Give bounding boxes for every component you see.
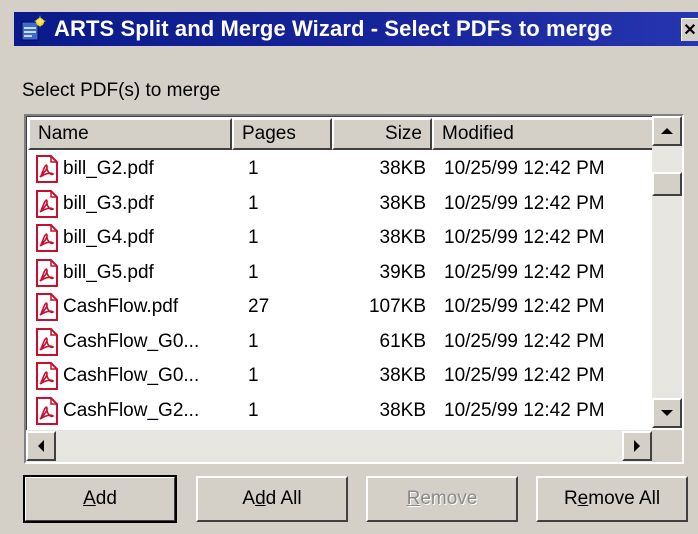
file-name-cell: bill_G4.pdf xyxy=(28,224,232,253)
arrow-left-icon xyxy=(38,440,44,452)
file-name: CashFlow_G0... xyxy=(63,330,200,352)
file-name-cell: bill_G3.pdf xyxy=(28,189,232,218)
pdf-file-icon xyxy=(34,327,60,356)
file-name: bill_G4.pdf xyxy=(63,227,154,249)
file-pages: 1 xyxy=(248,399,259,421)
remove-all-label-accel: e xyxy=(577,488,589,509)
table-row[interactable]: CashFlow_G0... 1 61KB 10/25/99 12:42 PM xyxy=(28,325,660,360)
remove-all-label-post: move All xyxy=(588,488,661,509)
wizard-app-icon xyxy=(18,14,48,44)
file-name-cell: bill_G2.pdf xyxy=(28,155,232,184)
file-rows: bill_G2.pdf 1 38KB 10/25/99 12:42 PM bill_G3… xyxy=(28,152,660,428)
arrow-right-icon xyxy=(634,440,640,452)
file-pages: 1 xyxy=(248,158,259,180)
arrow-up-icon xyxy=(661,128,673,134)
file-name-cell: CashFlow.pdf xyxy=(28,293,232,322)
pdf-file-icon xyxy=(34,155,60,184)
arrow-down-icon xyxy=(661,410,673,416)
file-size: 38KB xyxy=(379,365,426,387)
pdf-file-icon xyxy=(34,396,60,425)
close-icon: ✕ xyxy=(683,22,697,39)
vertical-scrollbar[interactable] xyxy=(652,116,682,428)
file-name-cell: bill_G5.pdf xyxy=(28,258,232,287)
table-row[interactable]: bill_G4.pdf 1 38KB 10/25/99 12:42 PM xyxy=(28,221,660,256)
add-label-accel: A xyxy=(83,488,96,509)
remove-all-label-pre: R xyxy=(563,488,578,509)
column-header-pages[interactable]: Pages xyxy=(232,118,332,150)
file-pages: 1 xyxy=(248,192,259,214)
column-header-modified[interactable]: Modified xyxy=(432,118,660,150)
file-pages: 1 xyxy=(248,261,259,283)
column-header-size[interactable]: Size xyxy=(332,118,432,150)
file-modified: 10/25/99 12:42 PM xyxy=(444,261,605,283)
pdf-file-icon xyxy=(34,293,60,322)
add-button[interactable]: Add xyxy=(23,475,177,523)
table-row[interactable]: CashFlow_G2... 1 38KB 10/25/99 12:42 PM xyxy=(28,394,660,429)
pdf-file-list[interactable]: Name Pages Size Modified bill_G2.pdf 1 38K… xyxy=(24,114,684,464)
file-name-cell: CashFlow_G2... xyxy=(28,396,232,425)
remove-all-button[interactable]: Re move All xyxy=(536,476,688,522)
remove-label-accel: R xyxy=(406,488,421,509)
file-pages: 1 xyxy=(248,330,259,352)
file-size: 38KB xyxy=(379,158,426,180)
file-size: 38KB xyxy=(379,399,426,421)
scroll-right-button[interactable] xyxy=(622,431,652,461)
pdf-file-icon xyxy=(34,258,60,287)
file-size: 39KB xyxy=(379,261,426,283)
file-size: 38KB xyxy=(379,192,426,214)
title-bar: ARTS Split and Merge Wizard - Select PDF… xyxy=(14,12,698,46)
file-pages: 27 xyxy=(248,296,270,318)
window-title: ARTS Split and Merge Wizard - Select PDF… xyxy=(54,16,613,41)
select-pdfs-label: Select PDF(s) to merge xyxy=(22,80,221,101)
file-modified: 10/25/99 12:42 PM xyxy=(444,365,605,387)
file-name: CashFlow_G2... xyxy=(63,399,200,421)
file-name: CashFlow.pdf xyxy=(63,296,179,318)
add-all-label-accel: d xyxy=(255,488,266,509)
add-all-button[interactable]: Add All xyxy=(196,476,348,522)
file-name: bill_G5.pdf xyxy=(63,261,154,283)
file-modified: 10/25/99 12:42 PM xyxy=(444,227,605,249)
file-pages: 1 xyxy=(248,365,259,387)
file-modified: 10/25/99 12:42 PM xyxy=(444,192,605,214)
table-row[interactable]: bill_G5.pdf 1 39KB 10/25/99 12:42 PM xyxy=(28,256,660,291)
scrollbar-corner xyxy=(652,430,682,462)
file-size: 38KB xyxy=(379,227,426,249)
file-size: 107KB xyxy=(368,296,426,318)
pdf-file-icon xyxy=(34,189,60,218)
file-name-cell: CashFlow_G0... xyxy=(28,362,232,391)
file-name: CashFlow_G0... xyxy=(63,365,200,387)
pdf-file-icon xyxy=(34,362,60,391)
list-header: Name Pages Size Modified xyxy=(28,118,660,150)
scroll-up-button[interactable] xyxy=(652,116,682,146)
close-window-button[interactable]: ✕ xyxy=(681,18,698,41)
vertical-scroll-thumb[interactable] xyxy=(652,172,682,196)
add-all-label-post: d All xyxy=(265,488,302,509)
add-label-post: dd xyxy=(95,488,117,509)
file-name: bill_G2.pdf xyxy=(63,158,154,180)
pdf-file-icon xyxy=(34,224,60,253)
file-name-cell: CashFlow_G0... xyxy=(28,327,232,356)
scroll-left-button[interactable] xyxy=(26,431,56,461)
table-row[interactable]: bill_G2.pdf 1 38KB 10/25/99 12:42 PM xyxy=(28,152,660,187)
horizontal-scrollbar[interactable] xyxy=(26,430,652,462)
remove-label-post: emove xyxy=(420,488,478,509)
file-modified: 10/25/99 12:42 PM xyxy=(444,296,605,318)
scroll-down-button[interactable] xyxy=(652,398,682,428)
file-modified: 10/25/99 12:42 PM xyxy=(444,158,605,180)
add-all-label-pre: A xyxy=(242,488,256,509)
table-row[interactable]: CashFlow_G0... 1 38KB 10/25/99 12:42 PM xyxy=(28,359,660,394)
file-modified: 10/25/99 12:42 PM xyxy=(444,399,605,421)
file-size: 61KB xyxy=(379,330,426,352)
file-name: bill_G3.pdf xyxy=(63,192,154,214)
table-row[interactable]: bill_G3.pdf 1 38KB 10/25/99 12:42 PM xyxy=(28,187,660,222)
remove-button[interactable]: Remove xyxy=(366,476,518,522)
file-pages: 1 xyxy=(248,227,259,249)
table-row[interactable]: CashFlow.pdf 27 107KB 10/25/99 12:42 PM xyxy=(28,290,660,325)
column-header-name[interactable]: Name xyxy=(28,118,232,150)
file-modified: 10/25/99 12:42 PM xyxy=(444,330,605,352)
